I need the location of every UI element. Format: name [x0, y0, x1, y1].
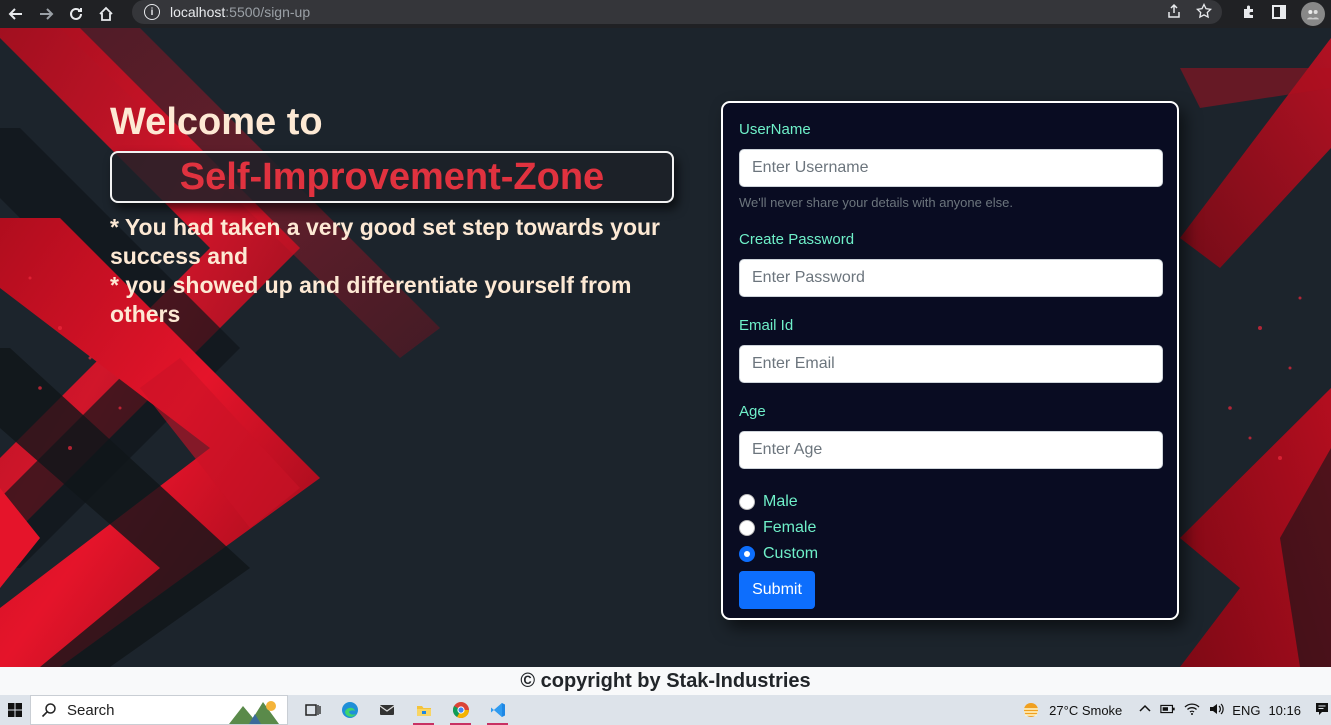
- vscode-icon[interactable]: [479, 695, 516, 725]
- radio-option-custom[interactable]: Custom: [739, 541, 1161, 567]
- battery-icon[interactable]: [1160, 702, 1176, 719]
- weather-text: 27°C Smoke: [1049, 702, 1123, 718]
- signup-form: UserName We'll never share your details …: [721, 101, 1179, 620]
- radio-option-male[interactable]: Male: [739, 489, 1161, 515]
- volume-icon[interactable]: [1208, 702, 1224, 719]
- submit-button[interactable]: Submit: [739, 571, 815, 609]
- extensions-icon[interactable]: [1241, 4, 1257, 25]
- radio-label-female: Female: [763, 519, 817, 536]
- system-tray: 27°C Smoke ENG 10:16: [1021, 695, 1331, 725]
- language-indicator[interactable]: ENG: [1232, 703, 1260, 718]
- weather-widget[interactable]: 27°C Smoke: [1021, 700, 1122, 720]
- hero-line-2: * you showed up and differentiate yourse…: [110, 272, 632, 327]
- username-input[interactable]: [739, 149, 1163, 187]
- username-help-text: We'll never share your details with anyo…: [739, 195, 1013, 210]
- search-highlight-scenery-icon: [229, 701, 279, 724]
- windows-start-icon[interactable]: [0, 695, 30, 725]
- gender-radio-group: Male Female Custom: [739, 489, 1161, 567]
- age-label: Age: [739, 403, 766, 420]
- chrome-browser-icon[interactable]: [442, 695, 479, 725]
- chevron-up-icon[interactable]: [1138, 702, 1152, 719]
- taskbar-search-box[interactable]: Search: [30, 695, 288, 725]
- edge-browser-icon[interactable]: [331, 695, 368, 725]
- task-view-icon[interactable]: [294, 695, 331, 725]
- smoke-weather-icon: [1024, 703, 1039, 717]
- sidepanel-icon[interactable]: [1271, 4, 1287, 25]
- notifications-icon[interactable]: [1315, 702, 1329, 719]
- radio-female[interactable]: [739, 520, 755, 536]
- home-icon[interactable]: [92, 0, 120, 28]
- site-info-icon[interactable]: i: [144, 4, 160, 20]
- hero-line-1: * You had taken a very good set step tow…: [110, 214, 661, 269]
- mail-icon[interactable]: [368, 695, 405, 725]
- url-path: :5500/sign-up: [225, 4, 311, 20]
- welcome-heading: Welcome to: [110, 101, 323, 143]
- radio-label-custom: Custom: [763, 545, 819, 562]
- hero-section: Welcome to Self-Improvement-Zone * You h…: [110, 100, 680, 329]
- share-icon[interactable]: [1166, 3, 1182, 24]
- username-label: UserName: [739, 121, 811, 138]
- file-explorer-icon[interactable]: [405, 695, 442, 725]
- search-icon: [41, 703, 56, 718]
- forward-icon[interactable]: [32, 0, 60, 28]
- radio-label-male: Male: [763, 493, 798, 510]
- radio-male[interactable]: [739, 494, 755, 510]
- browser-toolbar: i localhost:5500/sign-up: [0, 0, 1331, 28]
- brand-box: Self-Improvement-Zone: [110, 151, 674, 203]
- os-taskbar: Search 27°C Smoke ENG 10:16: [0, 695, 1331, 725]
- back-icon[interactable]: [2, 0, 30, 28]
- profile-avatar[interactable]: [1301, 2, 1325, 26]
- url-text: localhost:5500/sign-up: [170, 4, 310, 20]
- copyright-text: © copyright by Stak-Industries: [520, 669, 811, 692]
- taskbar-search-label: Search: [67, 701, 115, 719]
- bookmark-star-icon[interactable]: [1195, 2, 1213, 24]
- wifi-icon[interactable]: [1184, 702, 1200, 719]
- url-host: localhost: [170, 4, 226, 20]
- address-bar[interactable]: i localhost:5500/sign-up: [132, 0, 1222, 24]
- page-content: Welcome to Self-Improvement-Zone * You h…: [0, 28, 1331, 667]
- email-input[interactable]: [739, 345, 1163, 383]
- reload-icon[interactable]: [62, 0, 90, 28]
- clock-time[interactable]: 10:16: [1268, 703, 1301, 718]
- password-label: Create Password: [739, 231, 855, 248]
- page-footer: © copyright by Stak-Industries: [0, 667, 1331, 695]
- age-input[interactable]: [739, 431, 1163, 469]
- email-label: Email Id: [739, 317, 794, 334]
- radio-custom[interactable]: [739, 546, 755, 562]
- password-input[interactable]: [739, 259, 1163, 297]
- brand-title: Self-Improvement-Zone: [179, 155, 605, 198]
- radio-option-female[interactable]: Female: [739, 515, 1161, 541]
